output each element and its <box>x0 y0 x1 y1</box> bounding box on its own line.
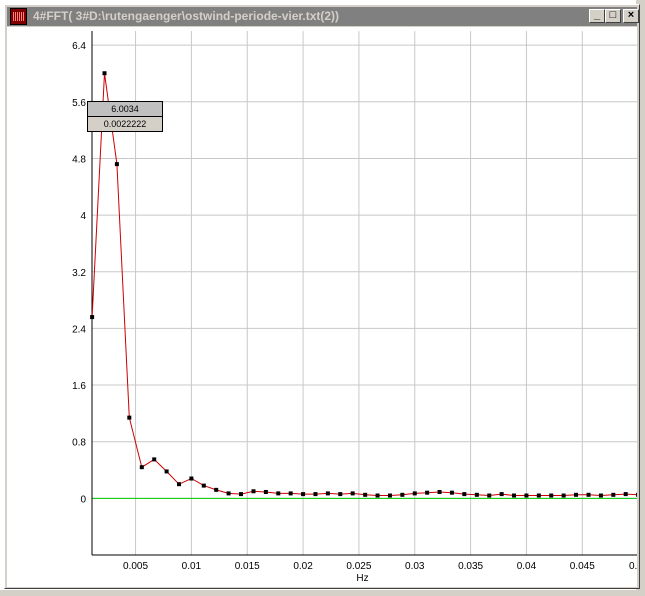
data-point-42 <box>611 492 616 497</box>
tooltip-y-value: 6.0034 <box>111 104 139 114</box>
data-point-36 <box>536 493 541 498</box>
x-tick-label-3: 0.02 <box>293 561 313 572</box>
x-tick-label-2: 0.015 <box>235 561 260 572</box>
data-point-38 <box>561 493 566 498</box>
data-point-34 <box>512 493 517 498</box>
data-point-24 <box>387 493 392 498</box>
maximize-button[interactable]: □ <box>605 9 621 23</box>
window-title: 4#FFT( 3#D:\rutengaenger\ostwind-periode… <box>33 9 340 23</box>
close-button[interactable]: × <box>623 9 639 23</box>
data-point-39 <box>574 492 579 497</box>
x-tick-label-4: 0.025 <box>346 561 371 572</box>
data-point-21 <box>350 491 355 496</box>
data-point-35 <box>524 493 529 498</box>
y-tick-label-2: 1.6 <box>72 381 86 392</box>
data-point-25 <box>400 492 405 497</box>
data-point-20 <box>338 492 343 497</box>
data-point-12 <box>238 492 243 497</box>
data-point-13 <box>251 489 256 494</box>
x-tick-label-6: 0.035 <box>458 561 483 572</box>
data-point-43 <box>623 492 628 497</box>
x-axis-label: Hz <box>356 573 368 584</box>
data-point-14 <box>263 489 268 494</box>
x-tick-label-8: 0.045 <box>570 561 595 572</box>
data-point-19 <box>325 491 330 496</box>
data-point-32 <box>487 493 492 498</box>
data-point-22 <box>363 492 368 497</box>
maximize-icon: □ <box>609 9 617 21</box>
series-line <box>91 73 639 497</box>
y-tick-label-3: 2.4 <box>72 324 86 335</box>
data-point-15 <box>276 491 281 496</box>
y-tick-label-8: 6.4 <box>72 41 86 52</box>
x-tick-label-7: 0.04 <box>517 561 537 572</box>
data-point-0 <box>90 315 95 320</box>
x-tick-label-0: 0.005 <box>123 561 148 572</box>
tooltip-x-value: 0.0022222 <box>88 116 162 131</box>
data-point-7 <box>176 482 181 487</box>
x-tick-label-1: 0.01 <box>182 561 202 572</box>
plot-area[interactable]: 0 0.8 1.6 2.4 3.2 4 4.8 5.6 6.4 0.005 0.01 0.015 0.0… <box>7 27 643 587</box>
data-point-26 <box>412 491 417 496</box>
data-point-6 <box>164 469 169 474</box>
data-point-9 <box>201 483 206 488</box>
data-point-31 <box>474 492 479 497</box>
title-bar[interactable]: 4#FFT( 3#D:\rutengaenger\ostwind-periode… <box>7 7 639 26</box>
data-point-8 <box>189 476 194 481</box>
data-point-4 <box>139 465 144 470</box>
data-point-33 <box>499 492 504 497</box>
app-chart-icon[interactable] <box>10 8 27 25</box>
y-tick-label-5: 4 <box>80 211 86 222</box>
data-point-44 <box>636 492 641 497</box>
data-point-28 <box>437 489 442 494</box>
data-point-1 <box>102 71 107 76</box>
x-tick-label-5: 0.03 <box>405 561 425 572</box>
data-point-3 <box>127 415 132 420</box>
data-point-27 <box>425 490 430 495</box>
data-point-11 <box>226 491 231 496</box>
close-icon: × <box>627 9 635 21</box>
data-point-37 <box>549 493 554 498</box>
y-tick-label-1: 0.8 <box>72 438 86 449</box>
minimize-button[interactable]: _ <box>589 9 605 23</box>
x-tick-label-partial: 0.0 <box>629 561 637 572</box>
data-point-18 <box>313 492 318 497</box>
y-tick-label-6: 4.8 <box>72 154 86 165</box>
data-point-40 <box>586 492 591 497</box>
data-point-29 <box>449 490 454 495</box>
y-tick-label-7: 5.6 <box>72 98 86 109</box>
data-point-10 <box>214 487 219 492</box>
data-point-2 <box>114 162 119 167</box>
desktop-background-bottom <box>0 590 645 596</box>
data-point-17 <box>301 492 306 497</box>
data-point-23 <box>375 493 380 498</box>
data-point-30 <box>462 492 467 497</box>
y-tick-label-4: 3.2 <box>72 268 86 279</box>
data-point-41 <box>598 493 603 498</box>
minimize-icon: _ <box>593 9 601 21</box>
data-point-5 <box>152 457 157 462</box>
data-point-16 <box>288 491 293 496</box>
y-tick-label-0: 0 <box>80 494 86 505</box>
data-point-tooltip: 6.0034 0.0022222 <box>87 101 163 132</box>
fft-window[interactable]: 4#FFT( 3#D:\rutengaenger\ostwind-periode… <box>4 4 643 589</box>
